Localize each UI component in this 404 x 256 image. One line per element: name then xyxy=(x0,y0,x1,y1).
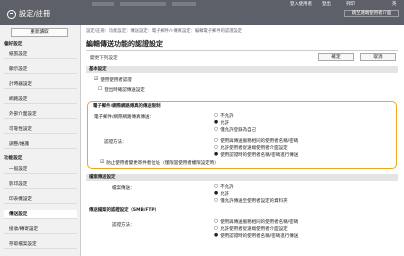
sidebar-head-button[interactable]: 重新讀取 xyxy=(11,28,68,37)
file-disallow-radio[interactable]: ○ 不允許 xyxy=(214,184,234,190)
radio-on-icon: ● xyxy=(214,152,219,157)
divider xyxy=(86,50,398,51)
portal-button[interactable]: 跳至遠端使用者介面 xyxy=(344,10,399,17)
method-remote-radio[interactable]: ○ 允許使用者從遠端使用者介面設定 xyxy=(214,145,288,151)
sidebar-item-copy[interactable]: 影印設定 xyxy=(4,180,77,189)
checked-box-icon: ☑ xyxy=(100,160,105,165)
sidebar-section-functions: 功能設定 xyxy=(4,156,23,161)
method-same-label: 使用與傳送服務相同的使用者名稱/密碼 xyxy=(220,139,299,144)
print-link[interactable]: 列印 xyxy=(346,1,355,7)
highlight-frame xyxy=(87,101,397,169)
smb-same-radio[interactable]: ○ 使用與傳送服務相同的使用者名稱/密碼 xyxy=(214,219,298,225)
file-allow-label: 允許 xyxy=(220,192,230,197)
method-remote-label: 允許使用者從遠端使用者介面設定 xyxy=(220,146,288,151)
blurred-text xyxy=(172,2,196,6)
brand-label: 設定/註冊 xyxy=(19,9,51,18)
file-self-radio[interactable]: ○ 僅允許傳送至使用者設定的資料夾 xyxy=(214,198,288,204)
file-send-label: 檔案傳送： xyxy=(112,186,135,191)
smb-same-label: 使用與傳送服務相同的使用者名稱/密碼 xyxy=(220,220,299,225)
radio-off-icon: ○ xyxy=(214,145,219,150)
radio-on-icon: ● xyxy=(214,233,219,238)
instruction-text: 變更下列設定 xyxy=(90,56,118,61)
sidebar: 重新讀取 偏好設定 紙張設定 顯示設定 計時器設定 網路設定 外部介面設定 可靠… xyxy=(0,25,81,256)
logout-link[interactable]: 登出 xyxy=(322,1,331,7)
sidebar-item-printer[interactable]: 印表機設定 xyxy=(4,195,77,204)
brand: 設定/註冊 xyxy=(7,9,50,19)
radio-off-icon: ○ xyxy=(214,198,219,203)
radio-on-icon: ● xyxy=(214,191,219,196)
top-bar: 設定/註冊 登入使用者 登出 列印 英 跳至遠端使用者介面 xyxy=(0,0,404,25)
email-send-label: 電子郵件/網際網路傳真傳送： xyxy=(94,115,155,120)
radio-off-icon: ○ xyxy=(214,184,219,189)
logout-confirm-checkbox[interactable]: ☐ 登出時確認傳送設定 xyxy=(98,87,145,93)
ok-button[interactable]: 確定 xyxy=(318,53,354,61)
smb-auth-label: 認證方法： xyxy=(112,223,135,228)
blurred-text xyxy=(92,2,114,6)
sidebar-section-preferences: 偏好設定 xyxy=(4,42,23,47)
language-link[interactable]: 英 xyxy=(392,1,396,7)
file-self-label: 僅允許傳送至使用者設定的資料夾 xyxy=(220,199,288,204)
email-send-allow-radio[interactable]: ● 允許 xyxy=(214,120,229,126)
file-allow-radio[interactable]: ● 允許 xyxy=(214,191,229,197)
sidebar-item-reliability[interactable]: 可靠性設定 xyxy=(4,125,77,134)
sidebar-item-common[interactable]: 一般設定 xyxy=(4,165,77,174)
logout-confirm-label: 登出時確認傳送設定 xyxy=(104,88,145,93)
smb-auth-label-text: 使用認證時的使用者名稱/密碼進行傳送 xyxy=(220,234,299,239)
radio-off-icon: ○ xyxy=(214,219,219,224)
method-auth-label: 使用認證時的使用者名稱/密碼進行傳送 xyxy=(220,153,299,158)
section-basic-header: 基本設定 xyxy=(86,66,398,73)
prevent-sender-change-label: 防止使用者變更寄件者位址（僅限當使用者權限設定時） xyxy=(106,161,219,166)
email-send-self-label: 僅允許登錄為自己 xyxy=(220,128,257,133)
radio-off-icon: ○ xyxy=(214,113,219,118)
sidebar-item-receive[interactable]: 接收/轉寄設定 xyxy=(4,225,77,234)
radio-on-icon: ● xyxy=(214,120,219,125)
method-auth-radio[interactable]: ● 使用認證時的使用者名稱/密碼進行傳送 xyxy=(214,152,298,158)
sidebar-item-maintenance[interactable]: 調整/維護 xyxy=(4,140,77,149)
email-send-disallow-label: 不允許 xyxy=(220,114,234,119)
settings-icon xyxy=(7,9,16,19)
radio-off-icon: ○ xyxy=(214,226,219,231)
section-smb-header: 傳送檔案的認證設定（SMB/FTP） xyxy=(89,208,159,213)
sidebar-item-paper[interactable]: 紙張設定 xyxy=(4,50,77,59)
sidebar-item-interface[interactable]: 外部介面設定 xyxy=(4,110,77,119)
smb-remote-radio[interactable]: ○ 允許使用者從遠端使用者介面設定 xyxy=(214,226,288,232)
radio-off-icon: ○ xyxy=(214,138,219,143)
auth-method-label: 認證方法： xyxy=(104,140,127,145)
page-title: 編輯傳送功能的認證設定 xyxy=(86,40,163,48)
use-auth-label: 使用使用者認證 xyxy=(100,78,132,83)
email-send-self-radio[interactable]: ○ 僅允許登錄為自己 xyxy=(214,127,256,133)
blurred-text xyxy=(120,2,166,6)
cancel-button[interactable]: 取消 xyxy=(360,53,396,61)
prevent-sender-change-checkbox[interactable]: ☑ 防止使用者變更寄件者位址（僅限當使用者權限設定時） xyxy=(100,160,219,166)
radio-off-icon: ○ xyxy=(214,127,219,132)
file-disallow-label: 不允許 xyxy=(220,185,234,190)
email-send-disallow-radio[interactable]: ○ 不允許 xyxy=(214,113,234,119)
sidebar-item-send[interactable]: 傳送設定 xyxy=(4,210,77,219)
sidebar-item-file-access[interactable]: 存取檔案設定 xyxy=(4,240,77,249)
section-file-header: 檔案傳送設定 xyxy=(86,174,398,181)
unchecked-box-icon: ☐ xyxy=(98,87,103,92)
sidebar-item-network[interactable]: 網路設定 xyxy=(4,95,77,104)
email-send-allow-label: 允許 xyxy=(220,121,230,126)
checked-box-icon: ☑ xyxy=(94,77,99,82)
sidebar-item-timer[interactable]: 計時器設定 xyxy=(4,80,77,89)
section-email-header: 電子郵件/網際網路傳真的傳送限制 xyxy=(93,104,161,109)
method-same-radio[interactable]: ○ 使用與傳送服務相同的使用者名稱/密碼 xyxy=(214,138,298,144)
login-user-link[interactable]: 登入使用者 xyxy=(290,1,312,7)
smb-remote-label: 允許使用者從遠端使用者介面設定 xyxy=(220,227,288,232)
smb-auth-radio[interactable]: ● 使用認證時的使用者名稱/密碼進行傳送 xyxy=(214,233,298,239)
use-auth-checkbox[interactable]: ☑ 使用使用者認證 xyxy=(94,77,132,83)
sidebar-item-display[interactable]: 顯示設定 xyxy=(4,65,77,74)
breadcrumb: 設定/註冊：功能設定：傳送設定：電子郵件/I-傳真設定：編輯電子郵件的認證設定 xyxy=(86,29,243,34)
